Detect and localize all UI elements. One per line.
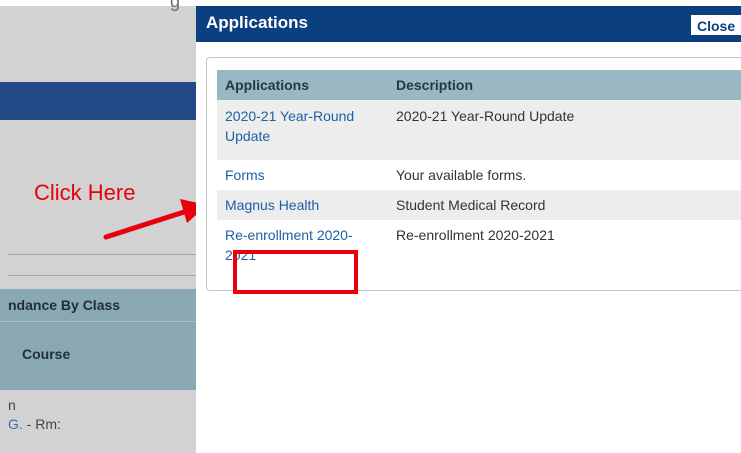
course-header-label: Course bbox=[22, 346, 71, 362]
app-description: 2020-21 Year-Round Update bbox=[396, 108, 575, 124]
app-link-year-round-update[interactable]: 2020-21 Year-Round Update bbox=[225, 106, 354, 146]
magnus-health-highlight-box bbox=[233, 250, 358, 294]
background-top-text: g bbox=[170, 0, 181, 11]
table-row: Forms Your available forms. bbox=[217, 160, 741, 190]
teacher-link[interactable]: G. bbox=[8, 416, 23, 432]
background-row-text: n bbox=[8, 397, 16, 413]
app-link-forms[interactable]: Forms bbox=[225, 165, 265, 185]
column-header-description: Description bbox=[396, 77, 474, 93]
app-description: Your available forms. bbox=[396, 167, 527, 183]
background-header-band bbox=[0, 82, 196, 120]
column-header-applications: Applications bbox=[225, 77, 310, 93]
background-divider bbox=[8, 254, 196, 255]
app-description: Re-enrollment 2020-2021 bbox=[396, 227, 555, 243]
app-description: Student Medical Record bbox=[396, 197, 546, 213]
table-row: 2020-21 Year-Round Update 2020-21 Year-Ro… bbox=[217, 100, 741, 160]
applications-panel: Applications Description 2020-21 Year-Ro… bbox=[206, 57, 741, 294]
table-header-row: Applications Description bbox=[217, 70, 741, 100]
dialog-titlebar: Applications Close bbox=[196, 6, 741, 42]
room-label: - Rm: bbox=[22, 416, 61, 432]
dialog-title: Applications bbox=[206, 13, 309, 32]
applications-dialog: Applications Close Applications Descript… bbox=[196, 0, 741, 453]
background-row-link-line: G. - Rm: bbox=[8, 416, 61, 432]
close-button[interactable]: Close bbox=[690, 14, 741, 36]
app-link-magnus-health[interactable]: Magnus Health bbox=[225, 195, 319, 215]
attendance-header-label: ndance By Class bbox=[8, 297, 121, 313]
red-arrow-icon bbox=[103, 199, 207, 240]
table-row: Magnus Health Student Medical Record bbox=[217, 190, 741, 220]
background-divider bbox=[8, 275, 196, 276]
